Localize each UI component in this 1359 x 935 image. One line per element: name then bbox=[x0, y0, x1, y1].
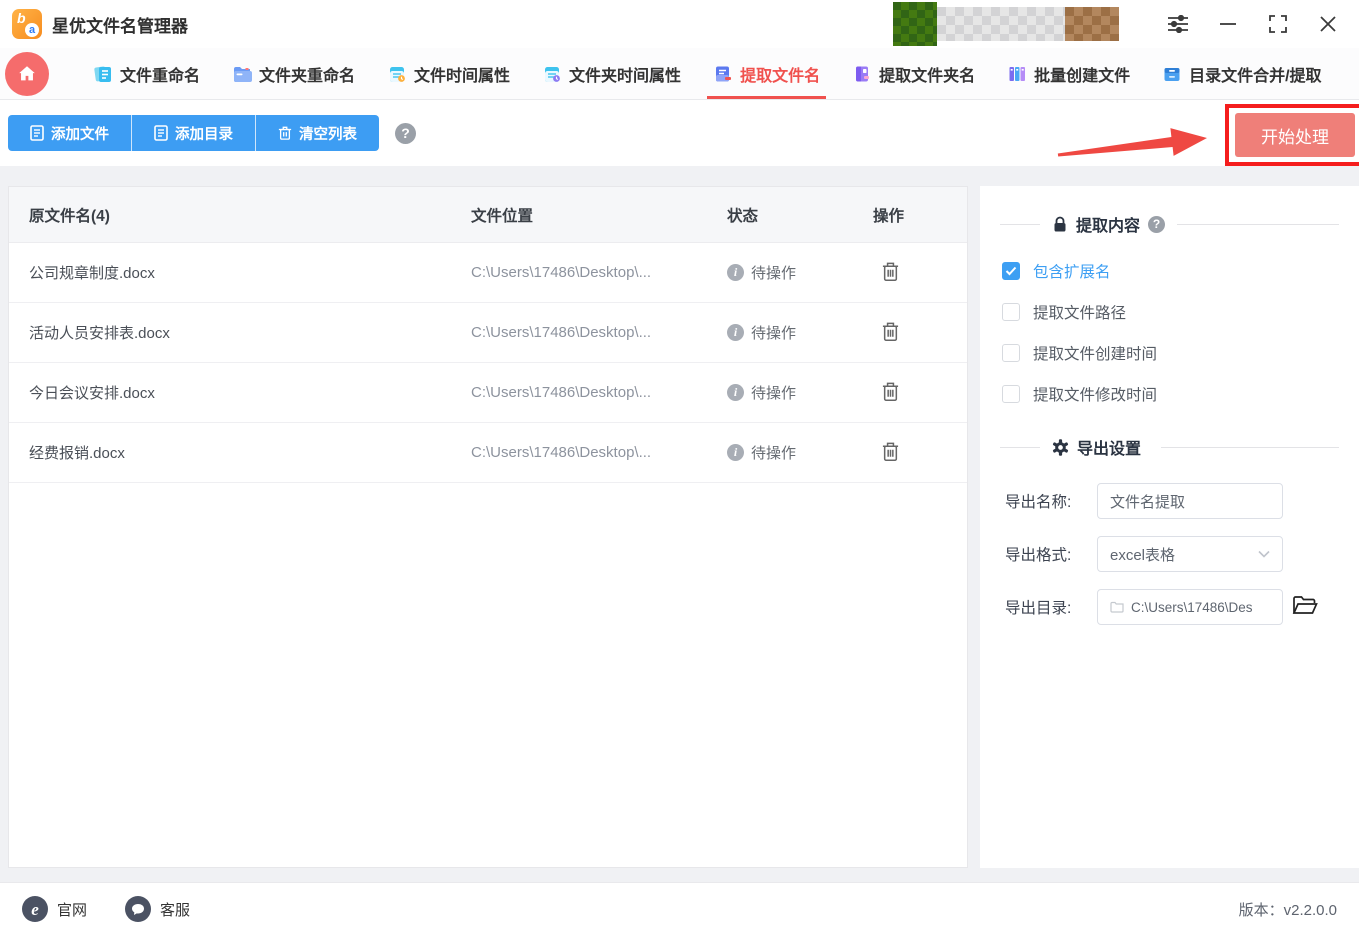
trash-icon bbox=[882, 442, 899, 461]
titlebar: ba 星优文件名管理器 bbox=[0, 0, 1359, 48]
checkbox-unchecked bbox=[1002, 344, 1020, 362]
table-row[interactable]: 今日会议安排.docx C:\Users\17486\Desktop\... i… bbox=[9, 363, 967, 423]
file-table: 原文件名(4) 文件位置 状态 操作 公司规章制度.docx C:\Users\… bbox=[8, 186, 968, 868]
maximize-icon[interactable] bbox=[1261, 7, 1295, 41]
extract-help-icon[interactable]: ? bbox=[1148, 215, 1166, 233]
delete-row-button[interactable] bbox=[879, 379, 902, 407]
tab-file-time[interactable]: 文件时间属性 bbox=[371, 48, 526, 99]
redacted-avatar bbox=[893, 2, 937, 46]
website-icon: e bbox=[22, 896, 48, 922]
settings-sliders-icon[interactable] bbox=[1161, 7, 1195, 41]
export-name-row: 导出名称: bbox=[1000, 483, 1339, 519]
content-area: 原文件名(4) 文件位置 状态 操作 公司规章制度.docx C:\Users\… bbox=[0, 166, 1359, 882]
section-title: 导出设置 bbox=[1077, 441, 1142, 458]
option-extract-created-time[interactable]: 提取文件创建时间 bbox=[1002, 342, 1339, 364]
export-name-input[interactable] bbox=[1097, 483, 1283, 519]
redacted-badge bbox=[1065, 7, 1119, 41]
delete-row-button[interactable] bbox=[879, 439, 902, 467]
home-icon bbox=[19, 65, 35, 80]
file-rename-icon bbox=[94, 65, 111, 82]
lock-icon bbox=[1054, 216, 1066, 231]
checkbox-checked bbox=[1002, 262, 1020, 280]
trash-icon bbox=[278, 126, 292, 140]
export-format-select[interactable]: excel表格 bbox=[1097, 536, 1283, 572]
toolbar: 添加文件 添加目录 清空列表 ? 开始处理 bbox=[0, 100, 1359, 166]
check-icon bbox=[1005, 266, 1017, 276]
tab-extract-filename[interactable]: 提取文件名 bbox=[697, 48, 836, 99]
tab-merge-extract[interactable]: 目录文件合并/提取 bbox=[1146, 48, 1337, 99]
col-status: 状态 bbox=[727, 207, 759, 225]
file-icon bbox=[154, 125, 168, 141]
file-time-icon bbox=[390, 66, 405, 82]
app-logo-icon: ba bbox=[12, 9, 42, 39]
delete-row-button[interactable] bbox=[879, 319, 902, 347]
tab-folder-rename[interactable]: 文件夹重命名 bbox=[216, 48, 371, 99]
trash-icon bbox=[882, 262, 899, 281]
settings-panel: 提取内容 ? 包含扩展名 提取文件路径 提取文件创建时间 提取文件修改时间 导出… bbox=[980, 186, 1359, 868]
add-directory-button[interactable]: 添加目录 bbox=[131, 115, 255, 151]
toolbar-help-icon[interactable]: ? bbox=[395, 122, 416, 144]
checkbox-unchecked bbox=[1002, 303, 1020, 321]
delete-row-button[interactable] bbox=[879, 259, 902, 287]
extract-foldername-icon bbox=[856, 66, 870, 81]
folder-icon bbox=[1110, 601, 1124, 613]
checkbox-unchecked bbox=[1002, 385, 1020, 403]
redacted-user-info bbox=[893, 2, 1119, 46]
export-directory-row: 导出目录: C:\Users\17486\Des bbox=[1000, 589, 1339, 625]
trash-icon bbox=[882, 322, 899, 341]
tab-folder-time[interactable]: 文件夹时间属性 bbox=[526, 48, 697, 99]
table-header: 原文件名(4) 文件位置 状态 操作 bbox=[9, 187, 967, 243]
option-include-extension[interactable]: 包含扩展名 bbox=[1002, 260, 1339, 282]
export-directory-input[interactable]: C:\Users\17486\Des bbox=[1097, 589, 1283, 625]
footer-bar: e 官网 客服 版本：v2.2.0.0 bbox=[0, 882, 1359, 935]
chevron-down-icon bbox=[1258, 550, 1270, 558]
extract-content-header: 提取内容 ? bbox=[1000, 212, 1339, 236]
tab-extract-foldername[interactable]: 提取文件夹名 bbox=[836, 48, 991, 99]
table-row[interactable]: 活动人员安排表.docx C:\Users\17486\Desktop\... … bbox=[9, 303, 967, 363]
extract-filename-icon bbox=[716, 66, 732, 81]
redacted-username bbox=[937, 7, 1065, 41]
section-title: 提取内容 bbox=[1076, 218, 1141, 235]
tab-batch-create[interactable]: 批量创建文件 bbox=[991, 48, 1146, 99]
home-button[interactable] bbox=[5, 51, 49, 96]
option-extract-modified-time[interactable]: 提取文件修改时间 bbox=[1002, 383, 1339, 405]
app-title: 星优文件名管理器 bbox=[52, 16, 188, 36]
browse-folder-button[interactable] bbox=[1292, 595, 1318, 619]
tab-file-rename[interactable]: 文件重命名 bbox=[77, 48, 216, 99]
nav-tabs: 文件重命名 文件夹重命名 文件时间属性 文件夹时间属性 提取文件名 提取文件夹名… bbox=[77, 48, 1338, 99]
open-folder-icon bbox=[1292, 596, 1318, 614]
nav-bar: 文件重命名 文件夹重命名 文件时间属性 文件夹时间属性 提取文件名 提取文件夹名… bbox=[0, 48, 1359, 100]
info-icon: i bbox=[727, 384, 744, 401]
export-settings-header: 导出设置 bbox=[1000, 435, 1339, 459]
start-processing-button[interactable]: 开始处理 bbox=[1235, 113, 1355, 157]
add-file-button[interactable]: 添加文件 bbox=[8, 115, 131, 151]
minimize-icon[interactable] bbox=[1211, 7, 1245, 41]
gear-icon bbox=[1052, 438, 1069, 456]
export-format-row: 导出格式: excel表格 bbox=[1000, 536, 1339, 572]
official-website-link[interactable]: e 官网 bbox=[22, 896, 87, 922]
info-icon: i bbox=[727, 324, 744, 341]
chat-bubble-icon bbox=[125, 896, 152, 922]
info-icon: i bbox=[727, 264, 744, 281]
option-extract-path[interactable]: 提取文件路径 bbox=[1002, 301, 1339, 323]
col-location: 文件位置 bbox=[471, 207, 534, 225]
customer-service-link[interactable]: 客服 bbox=[125, 896, 190, 922]
col-original-name: 原文件名(4) bbox=[29, 207, 110, 225]
version-label: 版本：v2.2.0.0 bbox=[1238, 901, 1337, 919]
merge-extract-icon bbox=[1164, 67, 1180, 81]
folder-rename-icon bbox=[234, 66, 253, 82]
close-icon[interactable] bbox=[1311, 7, 1345, 41]
file-icon bbox=[30, 125, 44, 141]
table-row[interactable]: 经费报销.docx C:\Users\17486\Desktop\... i 待操… bbox=[9, 423, 967, 483]
col-action: 操作 bbox=[873, 207, 905, 225]
annotation-highlight-box: 开始处理 bbox=[1225, 104, 1359, 166]
folder-time-icon bbox=[545, 66, 560, 82]
trash-icon bbox=[882, 382, 899, 401]
clear-list-button[interactable]: 清空列表 bbox=[255, 115, 379, 151]
info-icon: i bbox=[727, 444, 744, 461]
batch-create-icon bbox=[1009, 66, 1026, 81]
table-row[interactable]: 公司规章制度.docx C:\Users\17486\Desktop\... i… bbox=[9, 243, 967, 303]
